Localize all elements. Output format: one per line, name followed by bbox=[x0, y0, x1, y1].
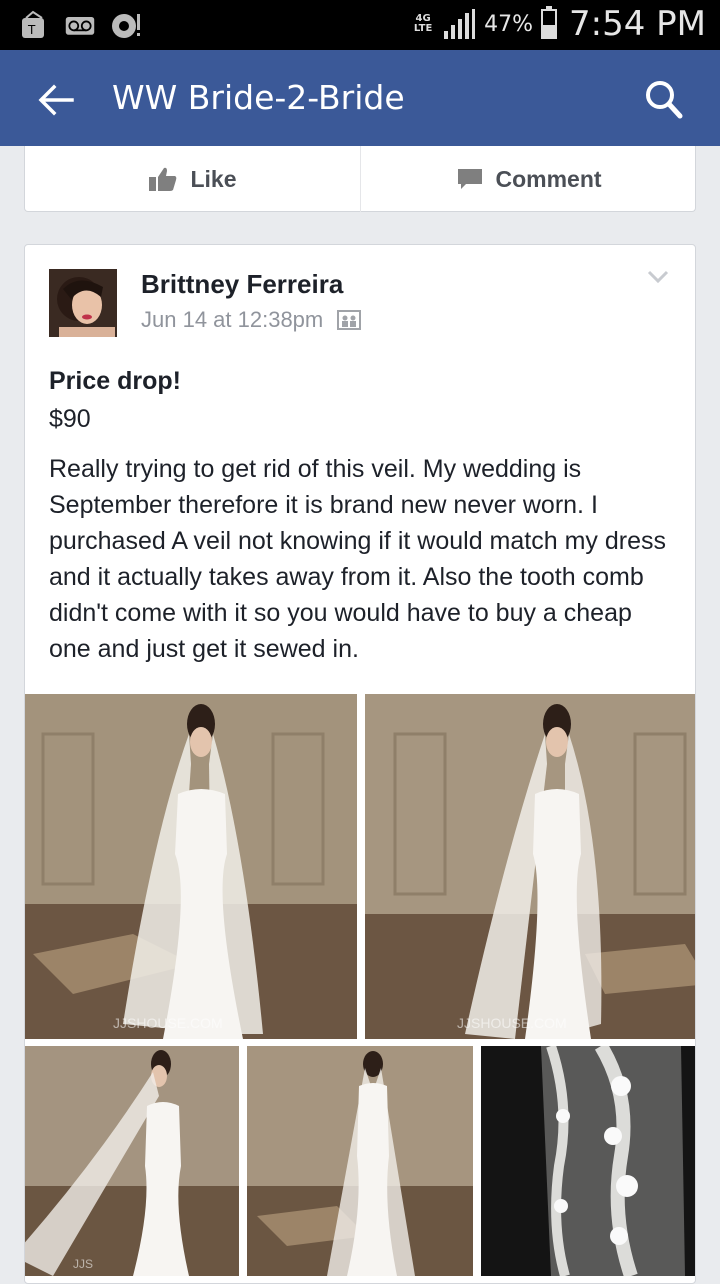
post-title: Price drop! bbox=[49, 367, 181, 395]
thumbs-up-icon bbox=[149, 167, 177, 191]
comment-bubble-icon bbox=[458, 169, 483, 189]
post-photo-2[interactable]: JJSHOUSE.COM bbox=[365, 694, 695, 1039]
post-photo-1[interactable]: JJSHOUSE.COM bbox=[25, 694, 357, 1039]
post-card: Brittney Ferreira Jun 14 at 12:38pm Pric… bbox=[24, 244, 696, 1284]
post-photo-3[interactable]: JJS bbox=[25, 1046, 239, 1276]
like-label: Like bbox=[190, 165, 237, 192]
photo-watermark: JJS bbox=[73, 1257, 93, 1271]
clock: 7:54 PM bbox=[569, 4, 706, 44]
photo-watermark: JJSHOUSE.COM bbox=[457, 1015, 567, 1031]
comment-button[interactable]: Comment bbox=[360, 146, 698, 212]
battery-percent: 47% bbox=[484, 11, 533, 37]
author-name[interactable]: Brittney Ferreira bbox=[141, 269, 343, 300]
post-body: Really trying to get rid of this veil. M… bbox=[49, 455, 666, 663]
notification-icons: T bbox=[18, 10, 142, 40]
signal-strength-icon bbox=[444, 9, 476, 39]
carrier-app-icon: T bbox=[22, 10, 44, 38]
battery-icon bbox=[541, 6, 557, 39]
arrow-left-icon[interactable] bbox=[36, 80, 76, 120]
voicemail-icon bbox=[65, 17, 95, 35]
previous-post-actions: Like Comment bbox=[24, 146, 696, 212]
battery-level bbox=[543, 24, 555, 37]
group-privacy-icon bbox=[337, 310, 362, 330]
post-timestamp[interactable]: Jun 14 at 12:38pm bbox=[141, 307, 323, 333]
network-type-label: 4G LTE bbox=[413, 13, 433, 34]
status-bar: T 4G LTE 47% 7:54 PM bbox=[0, 0, 720, 50]
photo-watermark: JJSHOUSE.COM bbox=[113, 1015, 223, 1031]
comment-label: Comment bbox=[495, 165, 602, 192]
app-bar: WW Bride-2-Bride bbox=[0, 50, 720, 146]
system-indicators: 4G LTE 47% 7:54 PM bbox=[412, 4, 706, 44]
alert-icon bbox=[112, 14, 140, 38]
post-photo-5[interactable] bbox=[481, 1046, 695, 1276]
post-price: $90 bbox=[49, 405, 91, 433]
group-title: WW Bride-2-Bride bbox=[112, 78, 405, 117]
post-meta: Jun 14 at 12:38pm bbox=[141, 307, 362, 333]
author-avatar[interactable] bbox=[49, 269, 117, 337]
search-icon[interactable] bbox=[644, 78, 684, 122]
like-button[interactable]: Like bbox=[25, 146, 360, 212]
post-photo-4[interactable] bbox=[247, 1046, 473, 1276]
svg-text:T: T bbox=[27, 23, 36, 37]
chevron-down-icon[interactable] bbox=[647, 269, 669, 285]
